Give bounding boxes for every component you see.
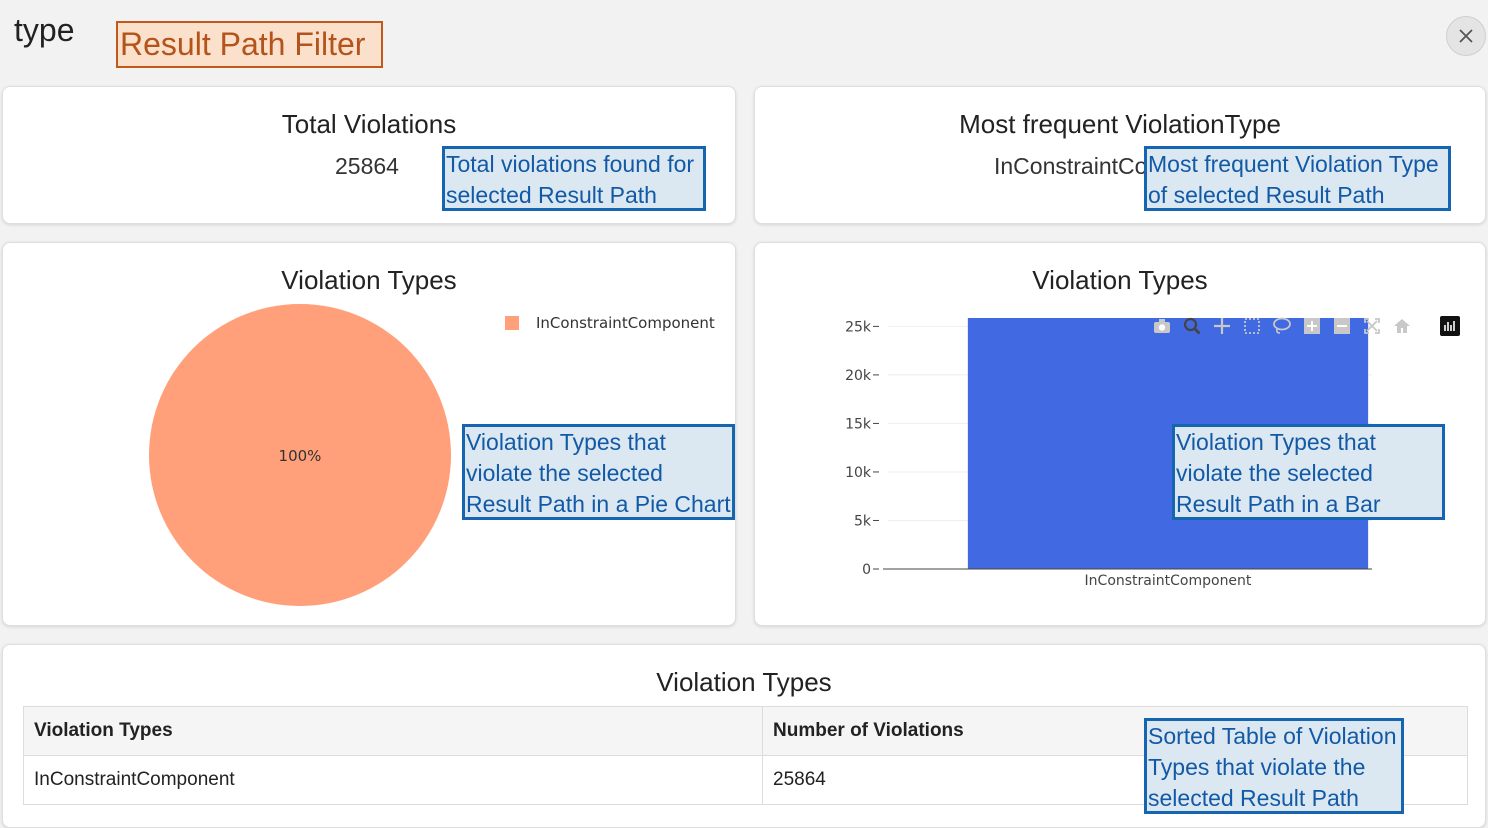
y-tick-label: 10k	[845, 465, 872, 481]
most-frequent-violation-card: Most frequent ViolationType InConstraint…	[754, 86, 1486, 224]
table-annotation: Sorted Table of Violation Types that vio…	[1144, 718, 1404, 814]
pan-icon[interactable]	[1212, 316, 1232, 336]
total-violations-annotation: Total violations found for selected Resu…	[442, 146, 706, 211]
pie-slice-label: 100%	[279, 447, 322, 465]
most-frequent-title: Most frequent ViolationType	[959, 109, 1281, 139]
zoom-in-icon[interactable]	[1302, 316, 1322, 336]
zoom-icon[interactable]	[1182, 316, 1202, 336]
y-tick-label: 15k	[845, 416, 872, 432]
reset-axes-icon[interactable]	[1392, 316, 1412, 336]
close-button[interactable]	[1446, 16, 1486, 56]
total-violations-value: 25864	[335, 153, 399, 179]
camera-icon[interactable]	[1152, 316, 1172, 336]
table-cell-violation-type: InConstraintComponent	[23, 755, 763, 805]
close-icon	[1459, 29, 1473, 43]
autoscale-icon[interactable]	[1362, 316, 1382, 336]
total-violations-title: Total Violations	[281, 109, 457, 139]
bar-chart-card: Violation Types 0 5k 10k 15k 20k 25k InConstra…	[754, 242, 1486, 626]
zoom-out-icon[interactable]	[1332, 316, 1352, 336]
plot-modebar	[1152, 316, 1460, 336]
pie-chart-card: Violation Types 100% InConstraintCompone…	[2, 242, 736, 626]
y-tick-label: 20k	[845, 368, 872, 384]
bar-chart-annotation: Violation Types that violate the selecte…	[1172, 424, 1445, 520]
type-label: type	[14, 12, 75, 48]
plotly-logo-icon[interactable]	[1440, 316, 1460, 336]
lasso-icon[interactable]	[1272, 316, 1292, 336]
column-header-violation-types[interactable]: Violation Types	[23, 706, 763, 756]
y-tick-label: 25k	[845, 319, 872, 335]
y-tick-label: 0	[862, 562, 871, 578]
result-path-filter-annotation: Result Path Filter	[116, 21, 383, 68]
table-title: Violation Types	[656, 667, 832, 697]
pie-chart-annotation: Violation Types that violate the selecte…	[462, 424, 735, 520]
total-violations-card: Total Violations 25864 Total violations …	[2, 86, 736, 224]
legend-swatch[interactable]	[505, 316, 519, 330]
most-frequent-annotation: Most frequent Violation Type of selected…	[1144, 146, 1451, 211]
legend-item-label[interactable]: InConstraintComponent	[536, 314, 715, 332]
x-tick-label: InConstraintComponent	[1085, 573, 1252, 589]
box-select-icon[interactable]	[1242, 316, 1262, 336]
y-tick-label: 5k	[854, 513, 872, 529]
